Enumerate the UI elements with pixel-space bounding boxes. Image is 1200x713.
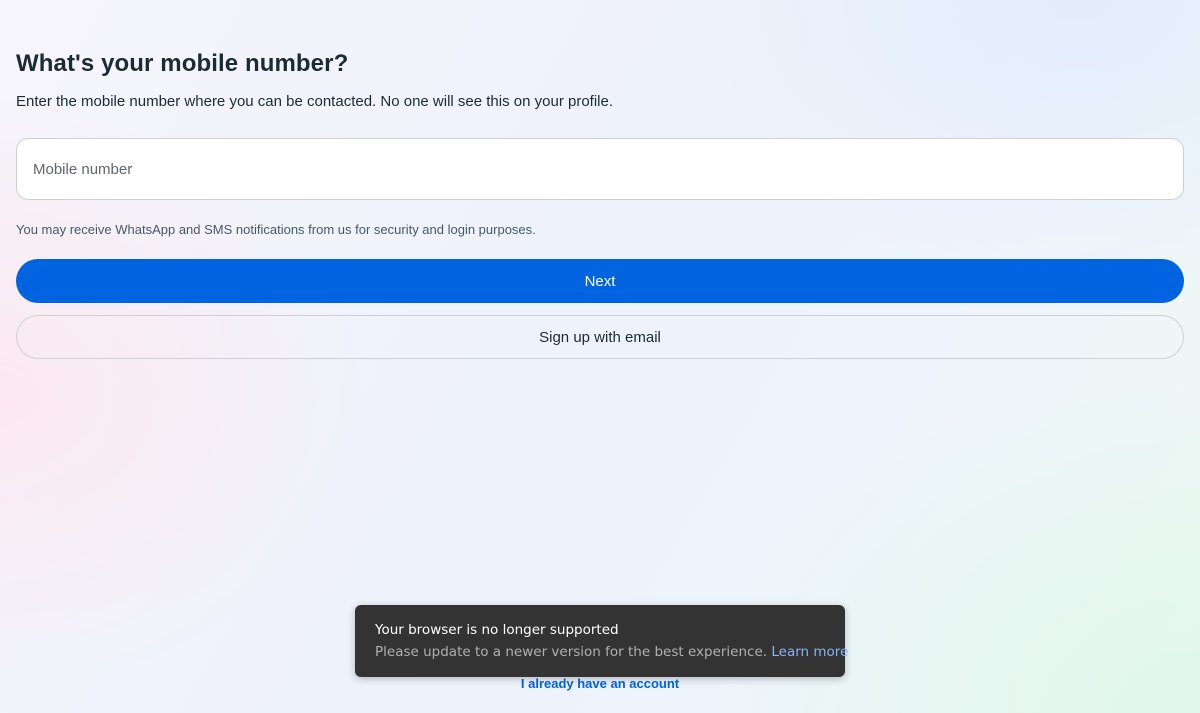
next-button[interactable]: Next — [16, 259, 1184, 303]
sign-up-with-email-button[interactable]: Sign up with email — [16, 315, 1184, 359]
toast-message: Please update to a newer version for the… — [375, 644, 768, 660]
browser-unsupported-toast: Your browser is no longer supported Plea… — [355, 605, 848, 677]
already-have-account-link[interactable]: I already have an account — [521, 676, 679, 691]
notifications-notice: You may receive WhatsApp and SMS notific… — [16, 222, 536, 237]
learn-more-link[interactable]: Learn more — [771, 644, 848, 660]
page-title: What's your mobile number? — [16, 50, 349, 77]
toast-title: Your browser is no longer supported — [375, 622, 619, 638]
already-have-account-container: I already have an account — [0, 676, 1200, 691]
toast-message-row: Please update to a newer version for the… — [375, 644, 848, 660]
page-subtitle: Enter the mobile number where you can be… — [16, 93, 613, 110]
mobile-number-input[interactable] — [17, 139, 1183, 199]
mobile-number-field[interactable] — [16, 138, 1184, 200]
